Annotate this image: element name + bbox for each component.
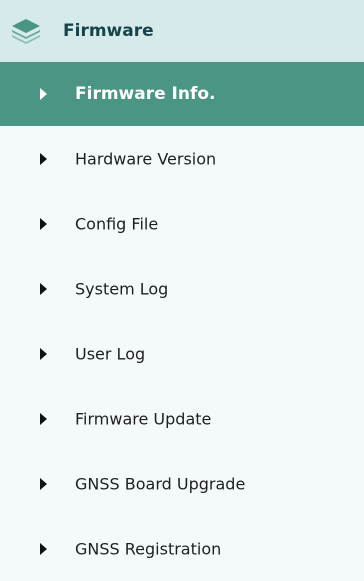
menu-item-firmware-update[interactable]: Firmware Update (0, 386, 364, 451)
firmware-nav-panel: Firmware Firmware Info. Hardware Version… (0, 0, 364, 580)
caret-right-icon (40, 217, 47, 230)
menu-item-label: User Log (75, 344, 146, 363)
caret-right-icon (40, 477, 47, 490)
menu-item-firmware-info[interactable]: Firmware Info. (0, 62, 364, 126)
section-title: Firmware (63, 21, 154, 41)
menu-item-label: Firmware Info. (75, 84, 216, 104)
firmware-section-header[interactable]: Firmware (0, 0, 364, 62)
caret-right-icon (40, 88, 47, 100)
menu-item-label: GNSS Board Upgrade (75, 474, 246, 493)
menu-item-config-file[interactable]: Config File (0, 191, 364, 256)
menu-item-system-log[interactable]: System Log (0, 256, 364, 321)
menu-item-label: System Log (75, 279, 169, 298)
menu-item-label: Hardware Version (75, 149, 217, 168)
caret-right-icon (40, 152, 47, 165)
menu-item-label: Config File (75, 214, 159, 233)
menu-item-hardware-version[interactable]: Hardware Version (0, 126, 364, 191)
menu-item-gnss-board-upgrade[interactable]: GNSS Board Upgrade (0, 451, 364, 516)
menu-item-label: GNSS Registration (75, 539, 222, 558)
menu-item-gnss-registration[interactable]: GNSS Registration (0, 516, 364, 581)
caret-right-icon (40, 412, 47, 425)
caret-right-icon (40, 282, 47, 295)
layers-icon (12, 19, 40, 44)
menu-item-label: Firmware Update (75, 409, 212, 428)
caret-right-icon (40, 347, 47, 360)
menu-item-user-log[interactable]: User Log (0, 321, 364, 386)
firmware-menu: Firmware Info. Hardware Version Config F… (0, 62, 364, 581)
caret-right-icon (40, 542, 47, 555)
